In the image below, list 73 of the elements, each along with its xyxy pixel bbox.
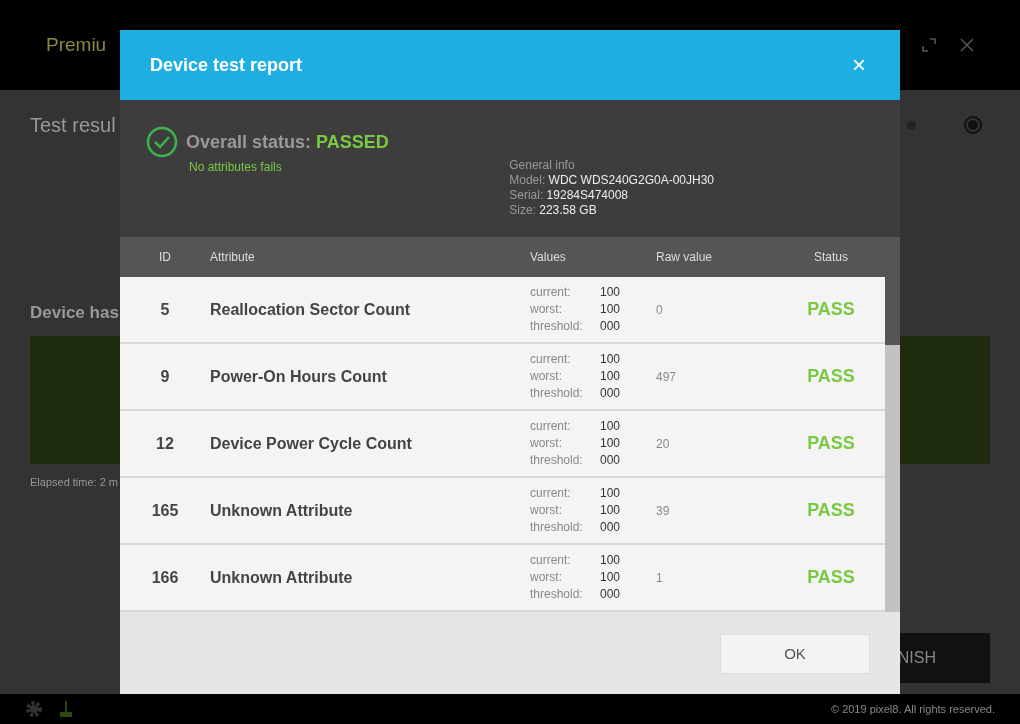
status-cell-text: PASS bbox=[806, 432, 856, 455]
table-cell-text: Reallocation Sector Count bbox=[210, 299, 412, 320]
dialog-title: Device test report bbox=[150, 53, 303, 77]
device-heading: Device has bbox=[30, 302, 119, 324]
table-cell-text: 5 bbox=[159, 299, 171, 320]
elapsed-time: Elapsed time: 2 m bbox=[30, 474, 119, 490]
info-heading: General info bbox=[509, 158, 576, 173]
value-number: 100 bbox=[600, 301, 621, 318]
table-cell-text: Unknown Attribute bbox=[210, 500, 354, 521]
value-label: threshold: bbox=[530, 452, 583, 469]
table-cell-text: 0 bbox=[656, 301, 664, 319]
table-cell-text: Power-On Hours Count bbox=[210, 366, 388, 387]
value-number: 100 bbox=[600, 552, 621, 569]
value-label: threshold: bbox=[530, 385, 583, 402]
value-label: worst: bbox=[530, 569, 562, 586]
value-number: 100 bbox=[600, 284, 621, 301]
table-cell-text: 166 bbox=[150, 567, 180, 588]
value-number: 100 bbox=[600, 351, 621, 368]
value-number: 100 bbox=[600, 485, 621, 502]
overall-status: Overall status: PASSED bbox=[186, 130, 389, 154]
info-field: Size: 223.58 GB bbox=[509, 203, 714, 218]
status-note: No attributes fails bbox=[189, 159, 283, 176]
value-label: threshold: bbox=[530, 586, 583, 603]
table-cell-text: 20 bbox=[656, 435, 671, 453]
column-header: ID bbox=[158, 249, 172, 266]
table-cell-text: 39 bbox=[656, 502, 671, 520]
value-number: 100 bbox=[600, 435, 621, 452]
column-header: Attribute bbox=[210, 249, 256, 266]
maximize-icon[interactable] bbox=[922, 38, 936, 52]
gear-icon[interactable] bbox=[25, 700, 43, 718]
value-label: worst: bbox=[530, 435, 562, 452]
copyright-text: © 2019 pixel8. All rights reserved. bbox=[830, 701, 995, 717]
scrollbar[interactable] bbox=[885, 277, 900, 612]
ok-button[interactable]: OK bbox=[720, 634, 870, 674]
section-title: Test resul bbox=[30, 113, 116, 138]
info-field: Model: WDC WDS240G2G0A-00JH30 bbox=[509, 173, 714, 188]
value-number: 100 bbox=[600, 569, 621, 586]
table-cell-text: Device Power Cycle Count bbox=[210, 433, 413, 454]
flag-icon[interactable] bbox=[59, 700, 73, 718]
value-number: 000 bbox=[600, 452, 621, 469]
column-header: Values bbox=[530, 249, 567, 266]
value-label: worst: bbox=[530, 502, 562, 519]
value-number: 100 bbox=[600, 418, 621, 435]
table-cell-text: 9 bbox=[159, 366, 171, 387]
status-cell-text: PASS bbox=[806, 499, 856, 522]
value-number: 100 bbox=[600, 368, 621, 385]
value-label: current: bbox=[530, 485, 571, 502]
table-cell-text: 497 bbox=[656, 368, 678, 386]
table-cell-text: 12 bbox=[155, 433, 175, 454]
value-number: 000 bbox=[600, 318, 621, 335]
column-header: Raw value bbox=[656, 249, 714, 266]
value-label: threshold: bbox=[530, 519, 583, 536]
value-number: 000 bbox=[600, 586, 621, 603]
value-label: current: bbox=[530, 351, 571, 368]
status-cell-text: PASS bbox=[806, 298, 856, 321]
value-label: current: bbox=[530, 552, 571, 569]
value-number: 100 bbox=[600, 502, 621, 519]
info-field: Serial: 19284S474008 bbox=[509, 188, 714, 203]
column-header: Status bbox=[813, 249, 849, 266]
value-label: threshold: bbox=[530, 318, 583, 335]
value-label: current: bbox=[530, 418, 571, 435]
status-cell-text: PASS bbox=[806, 566, 856, 589]
app-title: Premiu bbox=[46, 32, 107, 57]
table-cell-text: 165 bbox=[150, 500, 180, 521]
value-number: 000 bbox=[600, 519, 621, 536]
table-cell-text: 1 bbox=[656, 569, 664, 587]
value-label: current: bbox=[530, 284, 571, 301]
table-cell-text: Unknown Attribute bbox=[210, 567, 354, 588]
value-number: 000 bbox=[600, 385, 621, 402]
close-icon[interactable] bbox=[960, 38, 974, 52]
value-label: worst: bbox=[530, 368, 562, 385]
status-cell-text: PASS bbox=[806, 365, 856, 388]
value-label: worst: bbox=[530, 301, 562, 318]
